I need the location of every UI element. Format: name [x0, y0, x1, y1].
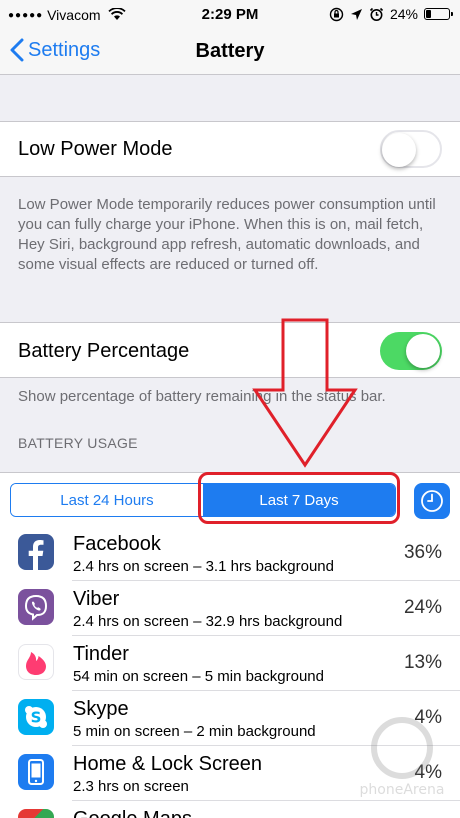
- battery-percent-text: 24%: [389, 6, 418, 22]
- app-name: Facebook: [73, 533, 161, 555]
- svg-text:phoneArena: phoneArena: [360, 782, 445, 798]
- app-battery-percent: 24%: [403, 597, 442, 618]
- app-name: Tinder: [73, 643, 129, 665]
- app-name: Google Maps: [73, 808, 192, 818]
- low-power-mode-row: Low Power Mode: [0, 121, 460, 177]
- app-name: Home & Lock Screen: [73, 753, 262, 775]
- app-battery-percent: 36%: [403, 542, 442, 563]
- low-power-mode-description: Low Power Mode temporarily reduces power…: [18, 196, 436, 273]
- svg-text:S: S: [31, 709, 42, 727]
- battery-icon: [424, 8, 453, 20]
- low-power-mode-label: Low Power Mode: [18, 138, 173, 160]
- battery-usage-header: BATTERY USAGE: [18, 435, 138, 451]
- app-name: Skype: [73, 698, 129, 720]
- app-row-facebook[interactable]: Facebook 2.4 hrs on screen – 3.1 hrs bac…: [0, 526, 460, 581]
- tinder-icon: [18, 644, 54, 680]
- show-usage-time-button[interactable]: [414, 483, 450, 519]
- phonearena-watermark: phoneArena: [360, 717, 445, 798]
- app-row-viber[interactable]: Viber 2.4 hrs on screen – 32.9 hrs backg…: [0, 581, 460, 636]
- red-down-arrow-annotation: [252, 318, 358, 468]
- home-lock-screen-icon: [18, 754, 54, 790]
- skype-icon: S: [18, 699, 54, 735]
- viber-icon: [18, 589, 54, 625]
- orientation-lock-icon: [329, 7, 344, 21]
- app-battery-percent: 13%: [403, 652, 442, 673]
- highlight-box-annotation: [198, 472, 400, 524]
- battery-percentage-label: Battery Percentage: [18, 340, 190, 362]
- battery-level-fill: [426, 10, 431, 18]
- location-icon: [350, 8, 362, 20]
- low-power-mode-toggle[interactable]: [380, 130, 442, 168]
- toggle-knob: [382, 133, 416, 167]
- page-title: Battery: [195, 40, 265, 62]
- status-right: 24%: [329, 6, 453, 22]
- battery-percentage-toggle[interactable]: [380, 332, 442, 370]
- clock-icon: [421, 490, 443, 512]
- app-usage-detail: 2.3 hrs on screen: [73, 778, 189, 795]
- app-usage-detail: 2.4 hrs on screen – 32.9 hrs background: [73, 613, 343, 630]
- google-maps-icon: [18, 809, 54, 818]
- app-usage-detail: 54 min on screen – 5 min background: [73, 668, 324, 685]
- app-usage-detail: 2.4 hrs on screen – 3.1 hrs background: [73, 558, 334, 575]
- app-usage-detail: 5 min on screen – 2 min background: [73, 723, 316, 740]
- battery-percentage-row: Battery Percentage: [0, 322, 460, 378]
- navigation-bar: Settings Battery: [0, 30, 460, 75]
- app-row-tinder[interactable]: Tinder 54 min on screen – 5 min backgrou…: [0, 636, 460, 691]
- facebook-icon: [18, 534, 54, 570]
- toggle-knob: [406, 334, 440, 368]
- segment-last-24-hours[interactable]: Last 24 Hours: [11, 484, 203, 516]
- battery-percentage-description: Show percentage of battery remaining in …: [18, 388, 386, 405]
- app-name: Viber: [73, 588, 120, 610]
- alarm-icon: [369, 7, 384, 21]
- status-bar: ●●●●● Vivacom 2:29 PM 24%: [0, 0, 460, 30]
